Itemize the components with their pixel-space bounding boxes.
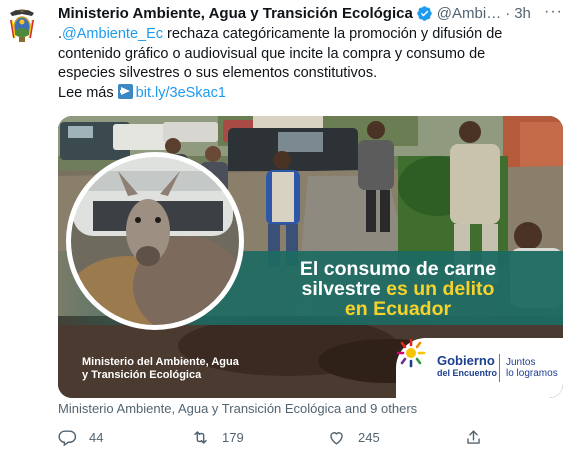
tagged-users[interactable]: Ministerio Ambiente, Agua y Transición E…	[58, 401, 417, 416]
shortened-link[interactable]: bit.ly/3eSkac1	[136, 85, 226, 101]
reply-button[interactable]: 44	[58, 428, 103, 447]
caption-line-1: Ministerio del Ambiente, Agua	[82, 356, 239, 368]
reply-count: 44	[89, 430, 104, 445]
tweet[interactable]: Ministerio Ambiente, Agua y Transición E…	[0, 0, 571, 456]
tweet-media-image[interactable]: El consumo de carne silvestre es un deli…	[58, 116, 563, 398]
tweet-actions: 44 179 245	[58, 428, 558, 452]
media-caption: Ministerio del Ambiente, Agua y Transici…	[82, 356, 239, 382]
tweet-text-line-4: Lee más bit.ly/3eSkac1	[58, 83, 563, 104]
separator-dot: ·	[505, 4, 511, 22]
like-count: 245	[358, 430, 380, 445]
logo-wordmark: Gobierno del Encuentro	[437, 353, 498, 379]
ecuador-coat-of-arms-avatar[interactable]	[8, 8, 36, 44]
caption-line-2: y Transición Ecológica	[82, 369, 202, 381]
share-icon	[467, 430, 480, 444]
tweet-text-line-1: .@Ambiente_Ec rechaza categóricamente la…	[58, 25, 563, 45]
retweet-count: 179	[222, 430, 244, 445]
line1-text: rechaza categóricamente la promoción y d…	[163, 26, 503, 42]
more-options-button[interactable]: ···	[544, 3, 563, 21]
logo-del-encuentro: del Encuentro	[437, 368, 498, 378]
tweet-text-line-3: especies silvestres o sus elementos cons…	[58, 65, 378, 81]
tweet-text: .@Ambiente_Ec rechaza categóricamente la…	[58, 25, 563, 103]
headline-yellow-part: es un delito	[386, 278, 495, 300]
author-handle[interactable]: @Ambi…	[437, 5, 501, 22]
sun-rays-logo-icon	[396, 338, 426, 368]
reply-icon	[58, 430, 77, 447]
tagline-line-2: lo logramos	[506, 368, 558, 379]
verified-badge-icon	[417, 5, 432, 21]
author-name[interactable]: Ministerio Ambiente, Agua y Transición E…	[58, 5, 413, 22]
tweet-timestamp[interactable]: 3h	[514, 5, 531, 22]
headline-white-part: silvestre	[301, 278, 381, 300]
mention-link[interactable]: @Ambiente_Ec	[62, 26, 163, 42]
like-button[interactable]: 245	[327, 428, 380, 447]
retweet-icon	[194, 431, 207, 444]
tweet-text-line-2: contenido gráfico o audiovisual que inci…	[58, 45, 486, 62]
tweet-header: Ministerio Ambiente, Agua y Transición E…	[58, 3, 563, 23]
logo-tagline: Juntos lo logramos	[506, 357, 558, 379]
gobierno-del-encuentro-logo: Gobierno del Encuentro Juntos lo logramo…	[396, 338, 563, 398]
headline-line-2: silvestre es un delito	[268, 279, 528, 299]
headline-line-3: en Ecuador	[344, 298, 452, 320]
right-arrow-emoji-icon	[117, 83, 133, 99]
headline-line-1: El consumo de carne	[299, 258, 497, 280]
logo-gobierno: Gobierno	[437, 353, 495, 368]
share-button[interactable]	[464, 428, 495, 447]
tagline-line-1: Juntos	[506, 357, 536, 368]
lee-mas-label: Lee más	[58, 84, 114, 101]
retweet-button[interactable]: 179	[191, 428, 244, 447]
media-headline: El consumo de carne silvestre es un deli…	[268, 259, 528, 319]
logo-divider	[499, 354, 500, 382]
heart-icon	[330, 432, 343, 445]
